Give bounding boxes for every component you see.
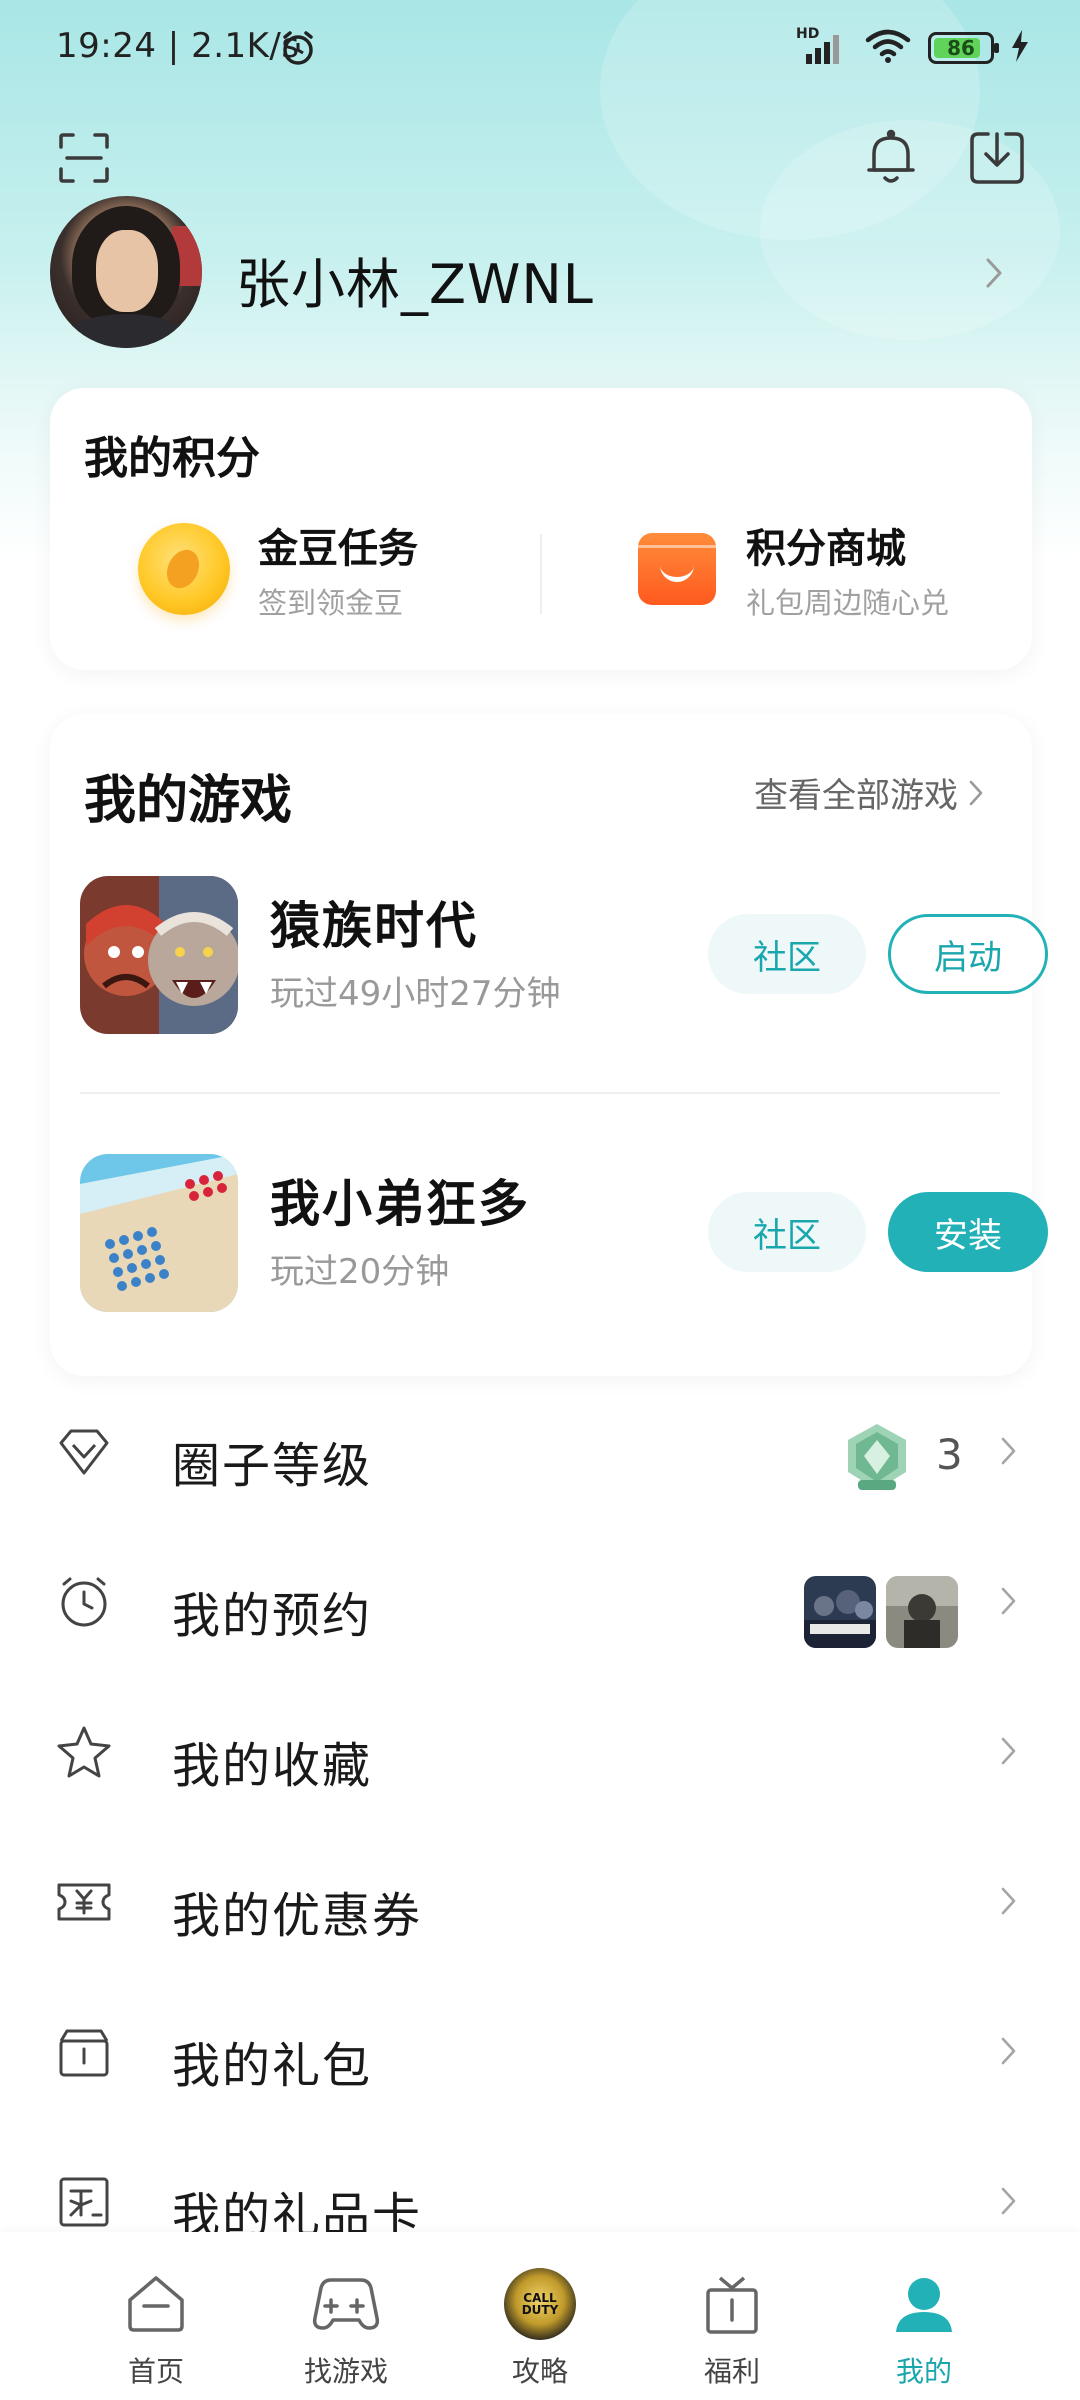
nav-label: 攻略 <box>511 2355 568 2388</box>
signal-icon: HD <box>796 26 848 66</box>
game-name[interactable]: 我小弟狂多 <box>270 1164 530 1236</box>
nav-label: 福利 <box>703 2355 760 2388</box>
nav-find-games[interactable]: 找游戏 <box>256 2232 436 2400</box>
launch-button[interactable]: 启动 <box>888 914 1048 994</box>
chevron-right-icon <box>1000 1436 1018 1470</box>
chevron-right-icon <box>1000 1886 1018 1920</box>
chevron-right-icon <box>969 780 983 805</box>
gamepad-icon <box>308 2266 384 2342</box>
gold-bean-title: 金豆任务 <box>258 526 418 572</box>
gold-bean-subtitle: 签到领金豆 <box>258 586 404 620</box>
charging-icon <box>1010 30 1030 66</box>
my-games-title: 我的游戏 <box>84 771 293 831</box>
game-avatar-badge: CALL DUTY <box>504 2268 576 2340</box>
nav-label: 找游戏 <box>303 2355 388 2388</box>
community-button[interactable]: 社区 <box>708 1192 866 1272</box>
gift-box-icon <box>54 2022 114 2082</box>
nav-label: 首页 <box>127 2355 184 2388</box>
gift-card-icon <box>54 2172 114 2232</box>
chevron-right-icon <box>1000 1586 1018 1620</box>
status-right: HD 86 <box>796 26 1030 68</box>
game-avatar-icon: CALL DUTY <box>502 2266 578 2342</box>
menu-label: 我的收藏 <box>172 1738 373 1794</box>
menu-label: 我的预约 <box>172 1588 373 1644</box>
menu-item-favorites[interactable]: 我的收藏 <box>0 1680 1080 1830</box>
chevron-right-icon <box>1000 1736 1018 1770</box>
bell-icon[interactable] <box>860 126 922 188</box>
nav-guides[interactable]: CALL DUTY 攻略 <box>450 2232 630 2400</box>
chevron-right-icon[interactable] <box>984 256 1004 294</box>
profile-icon <box>886 2266 962 2342</box>
menu-label: 我的优惠券 <box>172 1888 423 1944</box>
level-number: 3 <box>936 1430 963 1479</box>
alarm-icon <box>278 28 318 72</box>
points-shop[interactable]: 积分商城 礼包周边随心兑 <box>638 516 949 622</box>
reserved-game-thumbnail <box>886 1576 958 1648</box>
avatar-face <box>96 230 158 312</box>
battery-cap <box>994 43 999 53</box>
gold-bean-task[interactable]: 金豆任务 签到领金豆 <box>138 516 418 622</box>
status-separator: | <box>167 26 192 66</box>
menu-label: 我的礼包 <box>172 2038 373 2094</box>
status-time: 19:24 <box>56 26 157 66</box>
nav-label: 我的 <box>895 2355 952 2388</box>
status-time-speed: 19:24 | 2.1K/s <box>56 26 300 66</box>
menu-item-reservations[interactable]: 我的预约 <box>0 1530 1080 1680</box>
game-row[interactable]: 我小弟狂多 玩过20分钟 社区 安装 <box>80 1154 1048 1314</box>
avatar[interactable] <box>50 196 202 348</box>
battery-icon: 86 <box>928 32 999 64</box>
username[interactable]: 张小林_ZWNL <box>236 240 594 319</box>
status-bar: 19:24 | 2.1K/s HD 86 <box>0 0 1080 100</box>
menu-item-coupons[interactable]: 我的优惠券 <box>0 1830 1080 1980</box>
row-divider <box>80 1092 1000 1094</box>
install-button[interactable]: 安装 <box>888 1192 1048 1272</box>
battery-level: 86 <box>947 36 975 60</box>
points-divider <box>540 534 542 614</box>
shop-bag-icon <box>638 533 716 605</box>
nav-home[interactable]: 首页 <box>66 2232 246 2400</box>
home-icon <box>118 2266 194 2342</box>
game-icon-ape-era[interactable] <box>80 876 238 1034</box>
menu-item-circle-level[interactable]: 圈子等级 3 <box>0 1380 1080 1530</box>
avatar-body <box>58 314 194 348</box>
coupon-icon <box>54 1872 114 1932</box>
bottom-nav: 首页 找游戏 CALL DUTY 攻略 福利 我的 <box>0 2232 1080 2400</box>
game-name[interactable]: 猿族时代 <box>270 886 478 958</box>
game-playtime: 玩过20分钟 <box>270 1252 450 1292</box>
alarm-clock-icon <box>54 1572 114 1632</box>
view-all-games-link[interactable]: 查看全部游戏 <box>754 768 984 817</box>
diamond-icon <box>54 1422 114 1482</box>
menu-label: 圈子等级 <box>172 1438 373 1494</box>
points-title: 我的积分 <box>84 433 260 484</box>
game-icon-crowd[interactable] <box>80 1154 238 1312</box>
download-icon[interactable] <box>966 126 1028 188</box>
gold-bean-icon <box>138 523 230 615</box>
wifi-icon <box>864 28 912 68</box>
chevron-right-icon <box>1000 2186 1018 2220</box>
community-button[interactable]: 社区 <box>708 914 866 994</box>
level-badge-icon <box>844 1422 910 1494</box>
star-icon <box>54 1722 114 1782</box>
nav-mine[interactable]: 我的 <box>834 2232 1014 2400</box>
points-shop-title: 积分商城 <box>746 526 906 572</box>
signal-label: HD <box>796 26 820 42</box>
my-games-card: 我的游戏 查看全部游戏 猿族时代 玩过49小时27分钟 社区 启动 我小弟狂多 … <box>50 714 1048 1376</box>
menu-item-gift-packs[interactable]: 我的礼包 <box>0 1980 1080 2130</box>
game-playtime: 玩过49小时27分钟 <box>270 974 561 1014</box>
points-shop-subtitle: 礼包周边随心兑 <box>746 586 950 620</box>
scan-icon[interactable] <box>54 128 114 188</box>
chevron-right-icon <box>1000 2036 1018 2070</box>
nav-benefits[interactable]: 福利 <box>642 2232 822 2400</box>
view-all-games-label: 查看全部游戏 <box>754 776 958 816</box>
points-card: 我的积分 金豆任务 签到领金豆 积分商城 礼包周边随心兑 <box>50 388 1032 670</box>
reserved-game-thumbnail <box>804 1576 876 1648</box>
game-row[interactable]: 猿族时代 玩过49小时27分钟 社区 启动 <box>80 876 1048 1036</box>
gift-icon <box>694 2266 770 2342</box>
